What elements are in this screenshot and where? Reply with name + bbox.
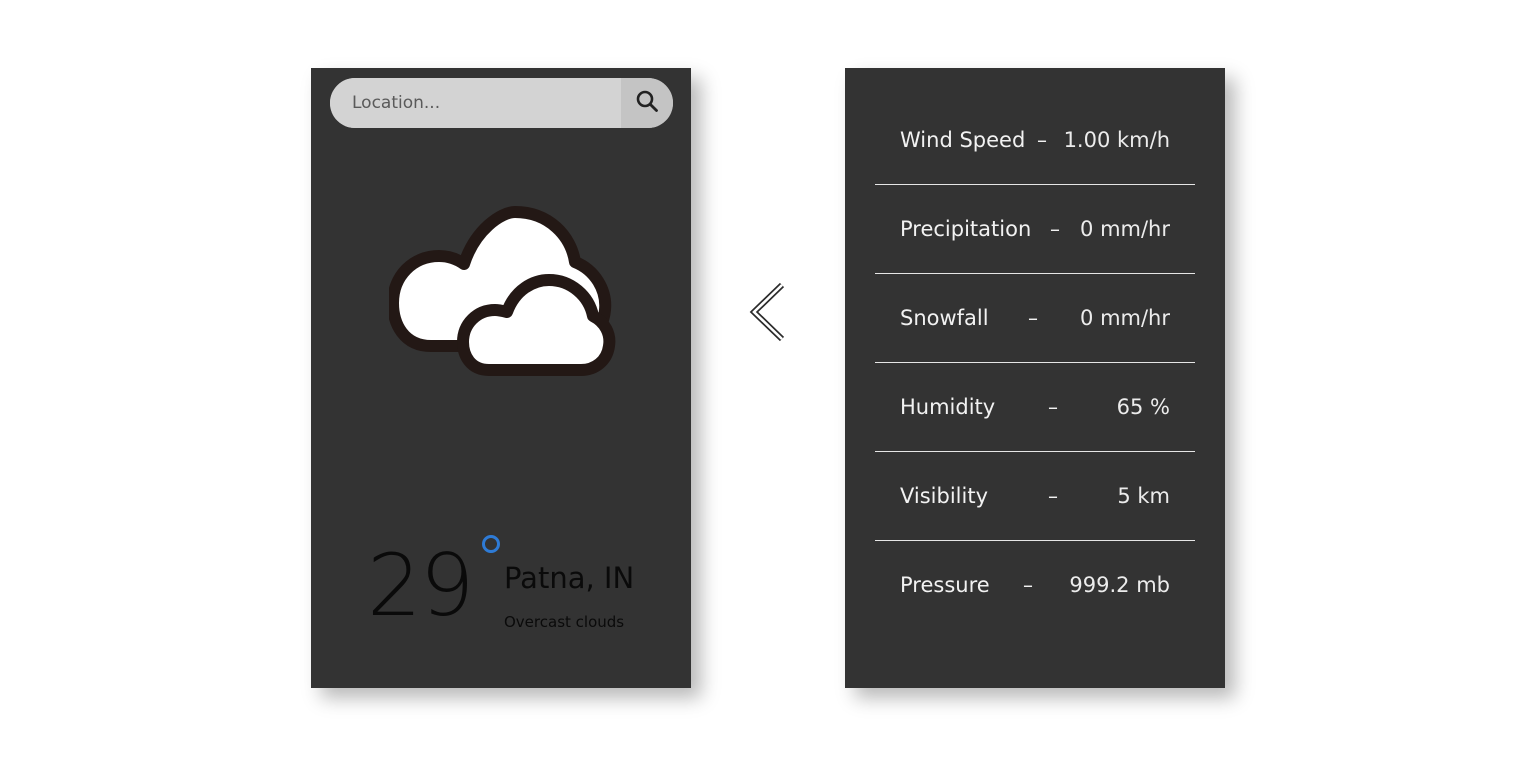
stat-row-precipitation: Precipitation – 0 mm/hr [875, 185, 1195, 274]
weather-details-panel: Wind Speed – 1.00 km/h Precipitation – 0… [845, 68, 1225, 688]
stat-dash: – [1028, 306, 1038, 330]
search-icon [635, 89, 659, 117]
stat-dash: – [1048, 484, 1058, 508]
stat-value: 999.2 mb [1069, 573, 1170, 597]
stat-value: 5 km [1117, 484, 1170, 508]
stat-row-visibility: Visibility – 5 km [875, 452, 1195, 541]
cloudy-icon [387, 206, 619, 385]
location-search-input[interactable] [330, 78, 620, 128]
stat-dash: – [1048, 395, 1058, 419]
stat-row-pressure: Pressure – 999.2 mb [875, 541, 1195, 629]
stat-dash: – [1037, 128, 1047, 152]
stat-label: Precipitation [900, 217, 1032, 241]
temperature-value: 29 [367, 536, 474, 636]
stat-dash: – [1023, 573, 1033, 597]
weather-description: Overcast clouds [504, 613, 625, 631]
search-button[interactable] [621, 78, 673, 128]
stat-value: 0 mm/hr [1080, 306, 1170, 330]
stat-row-snowfall: Snowfall – 0 mm/hr [875, 274, 1195, 363]
stat-label: Pressure [900, 573, 990, 597]
stat-label: Snowfall [900, 306, 989, 330]
stats-list: Wind Speed – 1.00 km/h Precipitation – 0… [875, 96, 1195, 629]
stat-value: 65 % [1116, 395, 1170, 419]
location-name: Patna, IN [504, 561, 635, 595]
stat-value: 0 mm/hr [1080, 217, 1170, 241]
stat-value: 1.00 km/h [1063, 128, 1170, 152]
stat-label: Humidity [900, 395, 996, 419]
current-weather-panel: 29 Patna, IN Overcast clouds [311, 68, 691, 688]
stat-label: Visibility [900, 484, 989, 508]
degree-icon [482, 535, 500, 553]
stat-row-humidity: Humidity – 65 % [875, 363, 1195, 452]
stat-label: Wind Speed [900, 128, 1026, 152]
chevron-left-icon[interactable] [748, 282, 790, 342]
stat-dash: – [1050, 217, 1060, 241]
stat-row-wind-speed: Wind Speed – 1.00 km/h [875, 96, 1195, 185]
search-bar [330, 78, 673, 128]
